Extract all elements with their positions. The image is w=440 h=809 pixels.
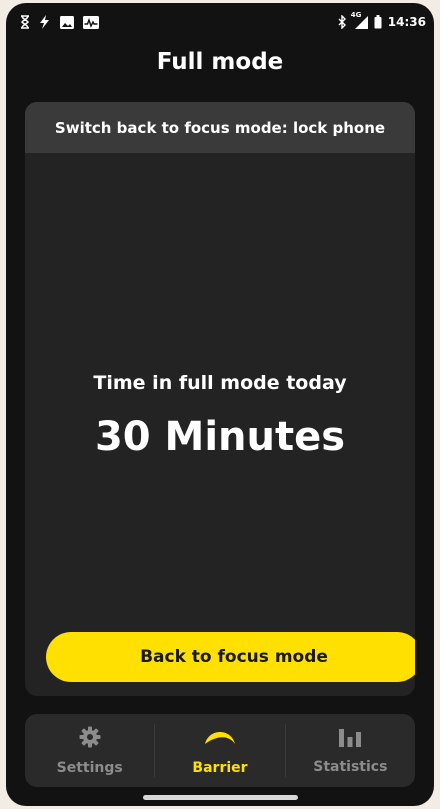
tab-statistics-label: Statistics xyxy=(313,758,388,775)
bottom-tab-bar: Settings Barrier Statistics xyxy=(25,714,415,787)
image-icon xyxy=(60,15,74,29)
tab-barrier[interactable]: Barrier xyxy=(155,714,284,787)
battery-icon xyxy=(374,15,382,29)
time-label: Time in full mode today xyxy=(93,372,347,394)
tab-settings-label: Settings xyxy=(56,759,123,776)
back-to-focus-mode-button[interactable]: Back to focus mode xyxy=(46,632,415,682)
tab-statistics[interactable]: Statistics xyxy=(286,714,415,787)
activity-icon xyxy=(83,15,99,29)
home-indicator[interactable] xyxy=(143,795,298,800)
signal-icon: 4G xyxy=(351,11,368,29)
status-bar-right: 4G 14:36 xyxy=(338,11,426,29)
barrier-icon xyxy=(203,726,237,752)
gear-icon xyxy=(79,726,101,752)
status-bar-left xyxy=(20,15,99,29)
bolt-icon xyxy=(39,15,51,29)
tab-barrier-label: Barrier xyxy=(192,759,248,776)
status-time: 14:36 xyxy=(387,15,426,29)
time-value: 30 Minutes xyxy=(94,414,346,460)
tab-settings[interactable]: Settings xyxy=(25,714,154,787)
hourglass-icon xyxy=(20,15,30,29)
bluetooth-icon xyxy=(338,15,347,29)
phone-screen: 4G 14:36 Full mode Switch back to focus … xyxy=(6,3,434,806)
page-title: Full mode xyxy=(156,49,284,75)
bar-chart-icon xyxy=(338,727,362,751)
lock-phone-banner: Switch back to focus mode: lock phone xyxy=(25,102,415,153)
status-bar: 4G 14:36 xyxy=(6,3,434,43)
network-type-label: 4G xyxy=(350,10,362,19)
full-mode-card: Switch back to focus mode: lock phone Ti… xyxy=(25,102,415,696)
